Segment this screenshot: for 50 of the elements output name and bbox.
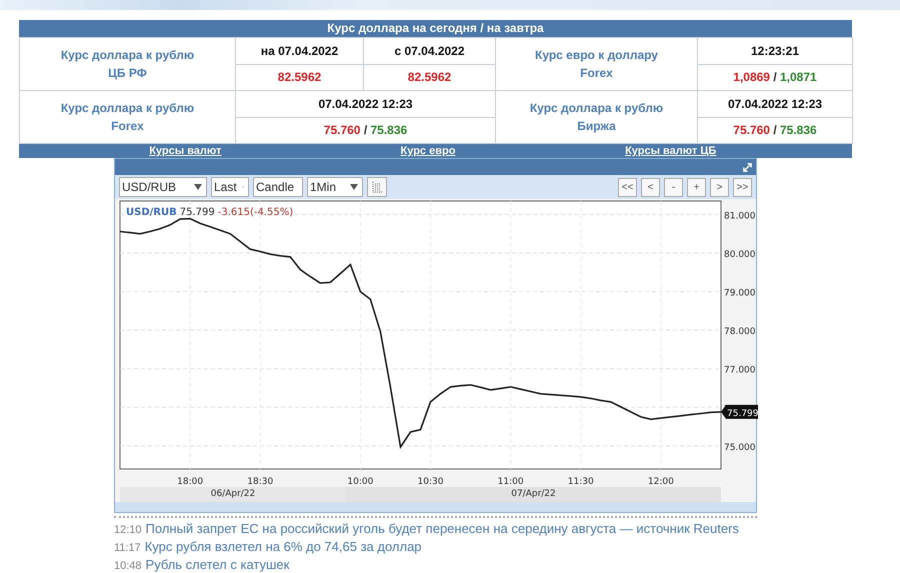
select-field[interactable]: 1Min — [307, 177, 363, 197]
axis-label: 10:30 — [418, 477, 444, 487]
date-cell: 07.04.2022 12:23 — [698, 90, 852, 117]
nav-button[interactable]: - — [664, 178, 683, 196]
rate-label: Курс доллара к рублю ЦБ РФ — [20, 38, 236, 90]
date-cell: на 07.04.2022 — [236, 38, 364, 64]
select-field[interactable]: Candle — [253, 177, 303, 197]
nav-button[interactable]: < — [641, 178, 660, 196]
rates-link[interactable]: Курсы валют — [149, 144, 222, 158]
nav-button[interactable]: > — [710, 178, 729, 196]
news-link[interactable]: Курс рубля взлетел на 6% до 74,65 за доллар — [144, 539, 422, 554]
news-time: 11:17 — [114, 542, 141, 554]
axis-label: 78.000 — [724, 327, 756, 338]
date-cell: 07.04.2022 12:23 — [236, 90, 496, 117]
expand-icon[interactable] — [743, 162, 752, 172]
quote-label: USD/RUB 75.799 -3.615(-4.55%) — [126, 207, 294, 218]
date-band: 06/Apr/22 — [120, 487, 346, 502]
date-cell: 12:23:21 — [698, 38, 852, 64]
grid-icon[interactable] — [367, 177, 387, 197]
axis-label: 11:30 — [568, 477, 594, 487]
nav-button[interactable]: << — [618, 178, 637, 196]
table-title: Курс доллара на сегодня / на завтра — [19, 20, 852, 37]
nav-button[interactable]: + — [687, 178, 706, 196]
news-link[interactable]: Полный запрет ЕС на российский уголь будет перенесен на середину августа — источник Reuters — [146, 521, 739, 536]
axis-label: 81.000 — [724, 212, 756, 222]
rates-link[interactable]: Курсы валют ЦБ — [625, 144, 716, 158]
axis-label: 18:30 — [247, 477, 274, 487]
axis-label: 11:00 — [498, 477, 524, 487]
axis-label: 18:00 — [177, 477, 204, 487]
price-tag: 75.799 — [721, 404, 758, 419]
news-time: 12:10 — [114, 524, 142, 536]
rates-link[interactable]: Курс евро — [400, 144, 456, 158]
news-link[interactable]: Рубль слетел с катушек — [146, 557, 290, 572]
rate-cell: 1,0869 / 1,0871 — [698, 64, 852, 90]
axis-label: 12:00 — [648, 477, 674, 487]
nav-button[interactable]: >> — [733, 178, 752, 196]
rate-cell: 82.5962 — [236, 64, 364, 90]
news-time: 10:48 — [114, 560, 142, 572]
date-cell: с 07.04.2022 — [364, 38, 496, 64]
axis-label: 10:00 — [347, 477, 374, 487]
axis-label: 80.000 — [724, 250, 756, 260]
axis-label: 75.000 — [724, 442, 756, 453]
axis-label: 79.000 — [724, 288, 756, 299]
select-field[interactable]: Last — [211, 177, 249, 197]
date-band: 07/Apr/22 — [346, 487, 721, 502]
rate-label: Курс евро к доллару Forex — [496, 38, 698, 90]
select-field[interactable]: USD/RUB — [119, 177, 207, 197]
caret-icon — [194, 184, 202, 190]
axis-label: 77.000 — [724, 366, 756, 376]
caret-icon — [350, 184, 358, 190]
